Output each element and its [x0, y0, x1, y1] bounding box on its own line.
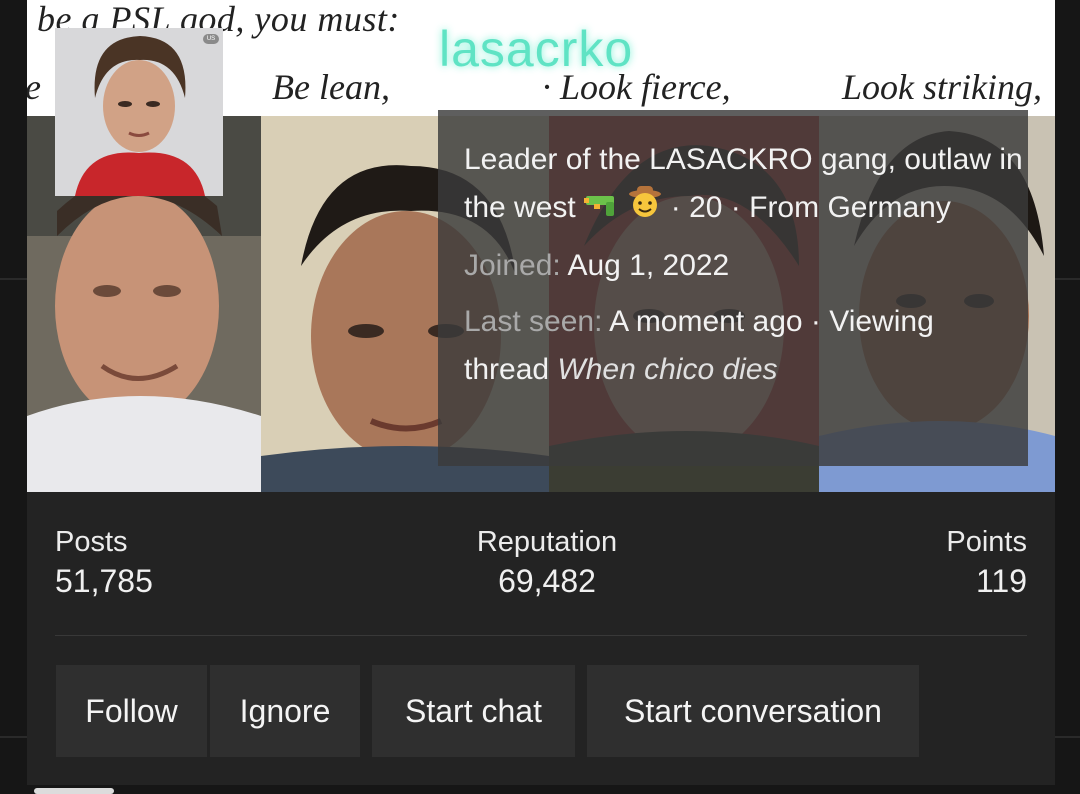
water-gun-icon: [584, 185, 620, 233]
page-divider-top: [0, 278, 27, 280]
stats-divider: [55, 635, 1027, 636]
start-conversation-button[interactable]: Start conversation: [587, 665, 919, 757]
start-chat-button[interactable]: Start chat: [372, 665, 575, 757]
page-divider-top-right: [1055, 278, 1080, 280]
joined-label: Joined:: [464, 248, 561, 282]
last-seen-line: Last seen: A moment ago · Viewing thread…: [464, 298, 1024, 394]
cowboy-face-icon: [628, 185, 662, 234]
banner-caption-striking: Look striking,: [842, 67, 1043, 107]
page-divider-bottom: [0, 736, 27, 738]
username[interactable]: lasacrko: [439, 20, 633, 78]
joined-value: Aug 1, 2022: [567, 248, 730, 282]
follow-button[interactable]: Follow: [56, 665, 209, 757]
bio-line: Leader of the LASACKRO gang, outlaw in t…: [464, 136, 1024, 234]
scroll-handle[interactable]: [34, 788, 114, 794]
ignore-button[interactable]: Ignore: [210, 665, 360, 757]
joined-line: Joined: Aug 1, 2022: [464, 242, 1024, 290]
avatar-badge: US: [203, 34, 219, 44]
thread-link[interactable]: When chico dies: [557, 353, 777, 386]
last-seen-label: Last seen:: [464, 304, 603, 338]
stat-value: 69,482: [498, 563, 596, 599]
stat-points[interactable]: Points 119: [946, 526, 1027, 600]
member-tooltip-card: be a PSL god, you must: e Be lean, · Loo…: [27, 0, 1055, 785]
banner-caption-e: e: [27, 66, 41, 108]
page-divider-bottom-right: [1055, 736, 1080, 738]
stat-reputation: Reputation 69,482: [27, 526, 1055, 600]
avatar[interactable]: US: [55, 28, 223, 196]
member-bio: Leader of the LASACKRO gang, outlaw in t…: [464, 136, 1024, 394]
stat-label: Reputation: [476, 526, 618, 558]
stat-value: 119: [975, 563, 1027, 599]
age-location: · 20 · From Germany: [670, 191, 951, 224]
stat-label: Points: [946, 526, 1027, 558]
banner-caption-lean: Be lean,: [272, 67, 390, 107]
